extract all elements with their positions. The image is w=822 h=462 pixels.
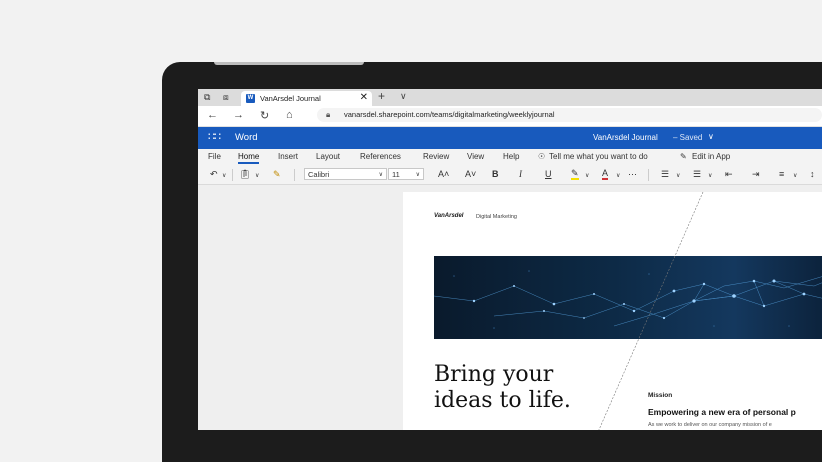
tab-help[interactable]: Help <box>503 152 519 161</box>
divider <box>648 169 649 181</box>
shrink-font-icon[interactable]: A˅ <box>465 169 476 179</box>
document-page[interactable]: VanArsdel Digital Marketing Bring your i… <box>403 192 822 430</box>
word-icon: W <box>246 94 255 103</box>
pencil-icon: ✎ <box>680 152 687 161</box>
edit-in-app-button[interactable]: Edit in App <box>692 152 730 161</box>
document-canvas: VanArsdel Digital Marketing Bring your i… <box>198 185 822 430</box>
tab-view[interactable]: View <box>467 152 484 161</box>
chevron-down-icon[interactable]: ∨ <box>400 91 407 102</box>
close-tab-icon[interactable]: ✕ <box>360 92 368 103</box>
device-camera-notch <box>214 62 364 65</box>
bullets-icon[interactable]: ☰ <box>661 169 669 180</box>
tab-references[interactable]: References <box>360 152 401 161</box>
mission-title: Empowering a new era of personal p <box>648 407 796 417</box>
font-size-select[interactable]: 11 ∨ <box>388 168 424 180</box>
url-text: vanarsdel.sharepoint.com/teams/digitalma… <box>344 110 555 119</box>
underline-icon[interactable]: U <box>545 169 552 179</box>
tab-insert[interactable]: Insert <box>278 152 298 161</box>
chevron-down-icon[interactable]: ∨ <box>708 172 712 179</box>
tab-title: VanArsdel Journal <box>260 94 321 103</box>
tab-actions-icon[interactable]: ⧈ <box>223 92 229 103</box>
italic-icon[interactable]: I <box>519 169 522 179</box>
font-name-select[interactable]: Calibri ∨ <box>304 168 387 180</box>
app-name[interactable]: Word <box>235 132 258 143</box>
chevron-down-icon[interactable]: ∨ <box>255 172 259 179</box>
chevron-down-icon: ∨ <box>378 172 383 178</box>
highlight-icon[interactable]: ✎ <box>571 169 579 180</box>
chevron-down-icon[interactable]: ∨ <box>708 132 714 141</box>
ribbon-tabs: File Home Insert Layout References Revie… <box>198 149 822 165</box>
tell-me-search[interactable]: Tell me what you want to do <box>549 152 648 161</box>
headline-line-2: ideas to life. <box>434 388 571 413</box>
divider <box>232 169 233 181</box>
font-name-value: Calibri <box>308 170 330 179</box>
browser-tab[interactable]: W VanArsdel Journal ✕ <box>241 91 372 106</box>
decrease-indent-icon[interactable]: ⇤ <box>725 169 733 180</box>
grow-font-icon[interactable]: A˄ <box>438 169 449 179</box>
lock-icon: 🔒︎ <box>326 110 331 119</box>
numbering-icon[interactable]: ☰ <box>693 169 701 180</box>
tab-file[interactable]: File <box>208 152 221 161</box>
chevron-down-icon[interactable]: ∨ <box>222 172 226 179</box>
address-bar: ← → ↻ ⌂ 🔒︎ vanarsdel.sharepoint.com/team… <box>198 106 822 127</box>
chevron-down-icon[interactable]: ∨ <box>616 172 620 179</box>
app-launcher-icon[interactable]: ∷∷ <box>208 130 221 143</box>
lightbulb-icon: ☉ <box>538 152 546 161</box>
bold-icon[interactable]: B <box>492 169 499 179</box>
tab-home[interactable]: Home <box>238 152 260 164</box>
new-tab-icon[interactable]: + <box>378 89 385 103</box>
tab-review[interactable]: Review <box>423 152 449 161</box>
ribbon-toolbar: ↶ ∨ 📋︎ ∨ ✎ Calibri ∨ 11 ∨ A˄ A˅ B I U ✎ … <box>198 166 822 184</box>
chevron-down-icon[interactable]: ∨ <box>676 172 680 179</box>
url-field[interactable]: 🔒︎ vanarsdel.sharepoint.com/teams/digita… <box>317 108 822 122</box>
save-status: – Saved <box>673 133 703 142</box>
refresh-icon[interactable]: ↻ <box>260 109 269 122</box>
more-icon[interactable]: ⋯ <box>628 169 637 180</box>
word-app-bar: ∷∷ Word VanArsdel Journal – Saved ∨ <box>198 127 822 149</box>
divider <box>294 169 295 181</box>
chevron-down-icon[interactable]: ∨ <box>793 172 797 179</box>
tab-layout[interactable]: Layout <box>316 152 340 161</box>
mission-label: Mission <box>648 392 673 399</box>
mission-body: As we work to deliver on our company mis… <box>648 422 772 428</box>
line-spacing-icon[interactable]: ↕ <box>810 169 815 179</box>
increase-indent-icon[interactable]: ⇥ <box>752 169 760 180</box>
tab-strip: ⧉ ⧈ W VanArsdel Journal ✕ + ∨ <box>198 89 822 106</box>
workspaces-icon[interactable]: ⧉ <box>204 92 210 103</box>
headline: Bring your ideas to life. <box>434 362 571 414</box>
document-title[interactable]: VanArsdel Journal <box>593 133 658 142</box>
format-painter-icon[interactable]: ✎ <box>273 169 281 180</box>
align-icon[interactable]: ≡ <box>779 169 784 179</box>
forward-icon[interactable]: → <box>233 109 244 121</box>
font-color-icon[interactable]: A <box>602 169 609 180</box>
paste-icon[interactable]: 📋︎ <box>239 169 250 180</box>
chevron-down-icon: ∨ <box>415 172 420 178</box>
undo-icon[interactable]: ↶ <box>210 169 218 180</box>
font-size-value: 11 <box>392 170 400 179</box>
browser-window: ⧉ ⧈ W VanArsdel Journal ✕ + ∨ ← → ↻ ⌂ 🔒︎… <box>198 89 822 430</box>
chevron-down-icon[interactable]: ∨ <box>585 172 589 179</box>
home-icon[interactable]: ⌂ <box>286 109 293 121</box>
back-icon[interactable]: ← <box>207 109 218 121</box>
headline-line-1: Bring your <box>434 362 554 387</box>
